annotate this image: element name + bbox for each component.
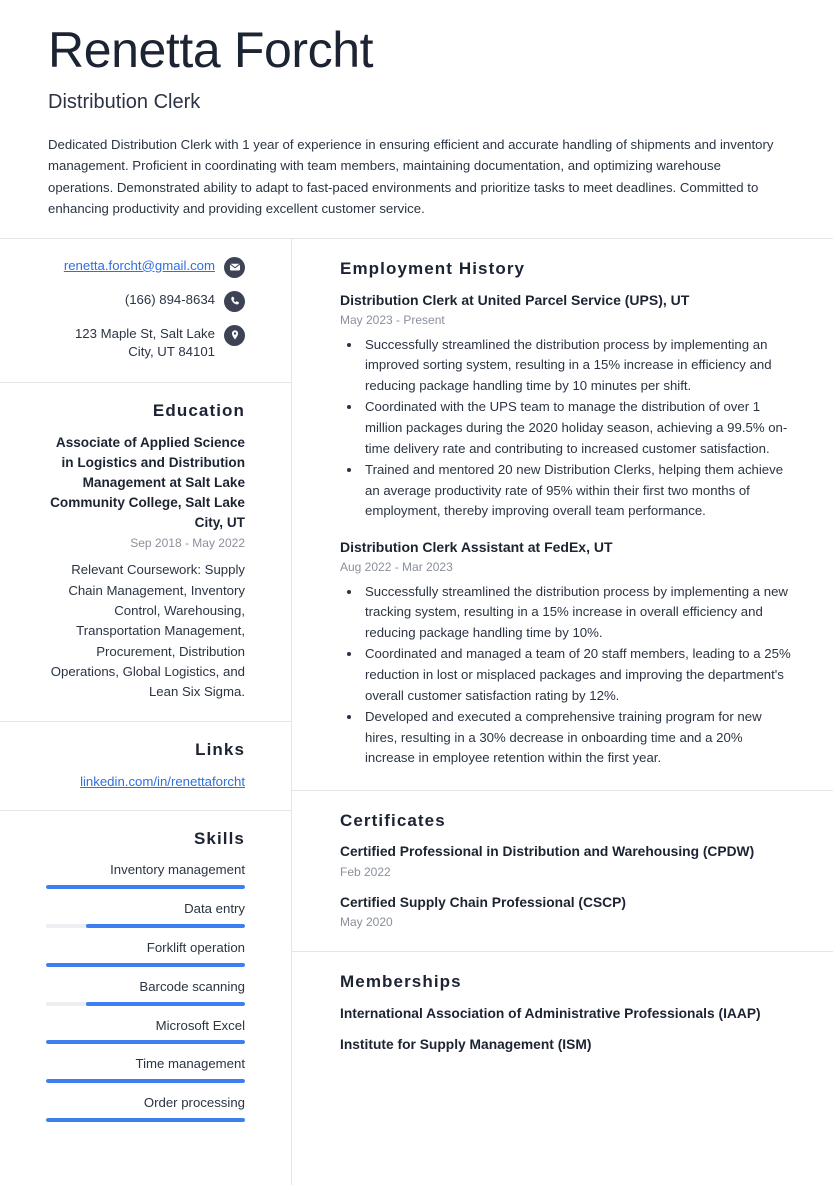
professional-summary: Dedicated Distribution Clerk with 1 year…	[48, 137, 774, 217]
employment-heading: Employment History	[340, 258, 526, 278]
address-value: 123 Maple St, Salt Lake City, UT 84101	[74, 325, 215, 360]
memberships-section: Memberships International Association of…	[292, 952, 833, 1075]
education-date: Sep 2018 - May 2022	[130, 535, 245, 550]
skill-item: Time management	[46, 1055, 245, 1084]
skill-progress-fill	[46, 885, 245, 890]
skill-progress-track	[46, 923, 245, 928]
skill-progress-track	[46, 1117, 245, 1122]
employment-bullet: Successfully streamlined the distributio…	[362, 582, 793, 644]
certificate-name: Certified Professional in Distribution a…	[340, 844, 755, 860]
skill-progress-fill	[46, 1117, 245, 1122]
skill-label: Microsoft Excel	[155, 1017, 245, 1033]
skill-item: Data entry	[46, 900, 245, 928]
employment-bullet: Trained and mentored 20 new Distribution…	[362, 460, 793, 522]
envelope-icon	[224, 256, 245, 278]
resume-page: Renetta Forcht Distribution Clerk Dedica…	[0, 0, 833, 1185]
employment-item: Distribution Clerk Assistant at FedEx, U…	[340, 538, 793, 769]
skill-progress-track	[46, 1001, 245, 1006]
page-title: Renetta Forcht	[48, 22, 374, 78]
skill-label: Inventory management	[110, 862, 245, 878]
employment-bullets: Successfully streamlined the distributio…	[340, 582, 793, 769]
employment-bullet: Successfully streamlined the distributio…	[362, 335, 793, 397]
resume-body: renetta.forcht@gmail.com (166) 894-8634	[0, 238, 833, 1185]
skill-progress-fill	[46, 962, 245, 967]
memberships-heading: Memberships	[340, 972, 462, 992]
skill-item: Forklift operation	[46, 939, 245, 967]
contact-details: renetta.forcht@gmail.com (166) 894-8634	[0, 239, 291, 383]
certificate-name: Certified Supply Chain Professional (CSC…	[340, 894, 626, 910]
skill-progress-track	[46, 962, 245, 967]
employment-bullet: Coordinated and managed a team of 20 sta…	[362, 644, 793, 706]
contact-address-row: 123 Maple St, Salt Lake City, UT 84101	[46, 324, 245, 362]
link-item-linkedin[interactable]: linkedin.com/in/renettaforcht	[46, 772, 245, 792]
links-heading: Links	[195, 739, 245, 759]
employment-date: May 2023 - Present	[340, 312, 445, 327]
skill-item: Order processing	[46, 1094, 245, 1122]
certificate-item: Certified Professional in Distribution a…	[340, 843, 793, 880]
skill-item: Microsoft Excel	[46, 1017, 245, 1045]
skills-heading: Skills	[193, 828, 245, 848]
certificate-item: Certified Supply Chain Professional (CSC…	[340, 894, 793, 931]
employment-bullet: Developed and executed a comprehensive t…	[362, 707, 793, 769]
employment-item: Distribution Clerk at United Parcel Serv…	[340, 291, 793, 522]
skill-progress-fill	[85, 923, 245, 928]
skill-label: Barcode scanning	[139, 978, 245, 994]
employment-section: Employment History Distribution Clerk at…	[292, 239, 833, 791]
skill-progress-track	[46, 1040, 245, 1045]
skill-label: Time management	[135, 1056, 245, 1072]
employment-bullets: Successfully streamlined the distributio…	[340, 335, 793, 522]
certificates-section: Certificates Certified Professional in D…	[292, 791, 833, 953]
skill-progress-fill	[85, 1001, 245, 1006]
skill-progress-track	[46, 885, 245, 890]
phone-value: (166) 894-8634	[124, 291, 215, 307]
education-heading: Education	[152, 400, 245, 420]
employment-bullet: Coordinated with the UPS team to manage …	[362, 397, 793, 459]
education-section: Education Associate of Applied Science i…	[0, 383, 291, 722]
certificate-date: May 2020	[340, 915, 393, 930]
employment-date: Aug 2022 - Mar 2023	[340, 559, 453, 574]
membership-item: International Association of Administrat…	[340, 1005, 761, 1021]
skill-progress-track	[46, 1079, 245, 1084]
skill-label: Forklift operation	[146, 939, 245, 955]
skill-progress-fill	[46, 1079, 245, 1084]
membership-item: Institute for Supply Management (ISM)	[340, 1037, 592, 1053]
phone-icon	[224, 290, 245, 312]
employment-role: Distribution Clerk Assistant at FedEx, U…	[340, 538, 613, 555]
skill-item: Inventory management	[46, 861, 245, 890]
education-degree: Associate of Applied Science in Logistic…	[50, 435, 245, 530]
certificates-heading: Certificates	[340, 810, 446, 830]
map-pin-icon	[224, 324, 245, 346]
education-description: Relevant Coursework: Supply Chain Manage…	[50, 562, 245, 700]
links-section: Links linkedin.com/in/renettaforcht	[0, 722, 291, 811]
skills-section: Skills Inventory management Data entry F…	[0, 811, 291, 1142]
email-value[interactable]: renetta.forcht@gmail.com	[64, 257, 215, 276]
certificate-date: Feb 2022	[340, 864, 391, 879]
skill-label: Data entry	[184, 901, 245, 917]
employment-role: Distribution Clerk at United Parcel Serv…	[340, 291, 690, 308]
resume-header: Renetta Forcht Distribution Clerk Dedica…	[0, 0, 833, 238]
contact-email-row[interactable]: renetta.forcht@gmail.com	[46, 256, 245, 278]
contact-phone-row[interactable]: (166) 894-8634	[46, 290, 245, 312]
sidebar: renetta.forcht@gmail.com (166) 894-8634	[0, 238, 292, 1185]
main-content: Employment History Distribution Clerk at…	[292, 239, 833, 1185]
job-title: Distribution Clerk	[48, 91, 201, 113]
skill-label: Order processing	[143, 1095, 245, 1111]
skill-progress-fill	[46, 1040, 245, 1045]
skill-item: Barcode scanning	[46, 978, 245, 1006]
